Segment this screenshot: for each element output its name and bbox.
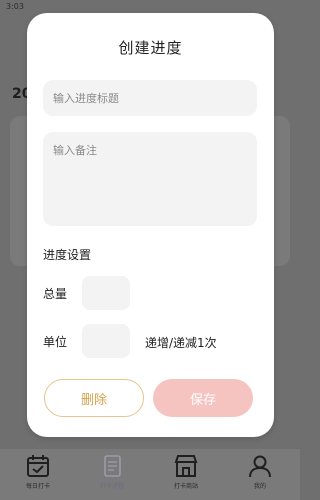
nav-label: 我的 bbox=[253, 483, 266, 490]
calendar-check-icon bbox=[8, 453, 68, 479]
unit-input[interactable] bbox=[82, 324, 130, 358]
progress-settings-label: 进度设置 bbox=[43, 248, 92, 262]
nav-item-store[interactable]: 打卡商站 bbox=[156, 453, 216, 490]
total-input[interactable] bbox=[82, 276, 130, 310]
total-label: 总量 bbox=[43, 287, 68, 301]
progress-note-input[interactable] bbox=[43, 132, 257, 226]
nav-label: 打卡进程 bbox=[99, 483, 124, 490]
nav-item-daily-checkin[interactable]: 每日打卡 bbox=[8, 453, 68, 490]
progress-title-input[interactable] bbox=[43, 80, 257, 116]
nav-item-progress[interactable]: 打卡进程 bbox=[82, 453, 142, 490]
unit-label: 单位 bbox=[43, 335, 68, 349]
nav-label: 打卡商站 bbox=[173, 483, 198, 490]
bottom-navigation: 每日打卡 打卡进程 打卡商站 我的 bbox=[0, 449, 300, 500]
save-button[interactable]: 保存 bbox=[153, 379, 253, 417]
delete-button[interactable]: 删除 bbox=[44, 379, 144, 417]
create-progress-dialog: 创建进度 进度设置 总量 单位 递增/递减1次 删除 保存 bbox=[27, 13, 274, 437]
step-description: 递增/递减1次 bbox=[145, 336, 217, 350]
status-time: 3:03 bbox=[6, 2, 24, 11]
nav-label: 每日打卡 bbox=[25, 483, 50, 490]
document-icon bbox=[82, 453, 142, 479]
user-icon bbox=[230, 453, 290, 479]
status-bar: 3:03 bbox=[0, 0, 300, 14]
dialog-title: 创建进度 bbox=[118, 39, 183, 57]
store-icon bbox=[156, 453, 216, 479]
nav-item-profile[interactable]: 我的 bbox=[230, 453, 290, 490]
